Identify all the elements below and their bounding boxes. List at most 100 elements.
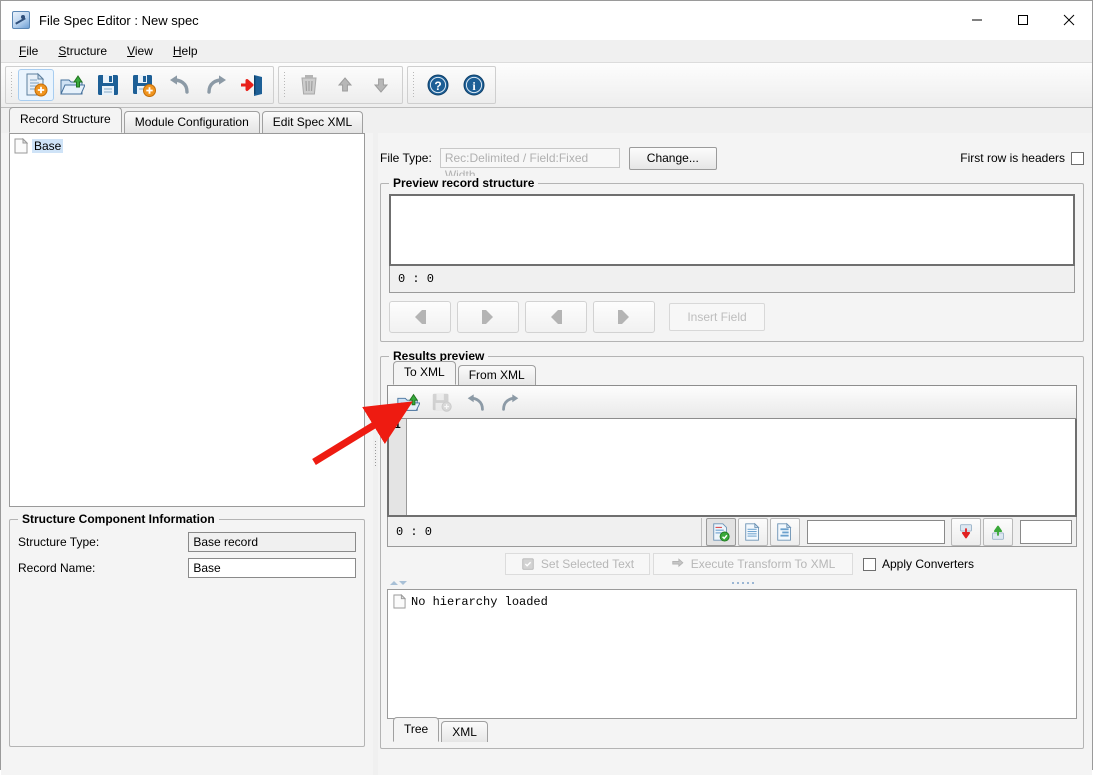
- editor-position: 0 : 0: [388, 517, 702, 546]
- first-row-headers-checkbox[interactable]: [1071, 151, 1084, 165]
- toolbar-group-file: [5, 66, 274, 104]
- execute-transform-label: Execute Transform To XML: [690, 557, 836, 571]
- menu-file-rest: ile: [26, 44, 39, 58]
- preview-record-canvas[interactable]: [389, 194, 1075, 266]
- tab-tree[interactable]: Tree: [393, 717, 440, 742]
- hierarchy-splitter[interactable]: [387, 577, 1077, 589]
- about-icon[interactable]: i: [456, 69, 492, 101]
- editor-gutter: 1: [389, 419, 407, 515]
- toolbar-grip[interactable]: [411, 72, 417, 98]
- right-pane: File Type: Rec:Delimited / Field:Fixed W…: [378, 133, 1092, 775]
- save-file-icon: [426, 388, 458, 416]
- new-spec-icon[interactable]: [18, 69, 54, 101]
- editor-text-area[interactable]: [407, 419, 1075, 515]
- search-input[interactable]: [807, 519, 945, 544]
- menu-file[interactable]: File: [9, 42, 48, 60]
- toolbar-group-help: ? i: [407, 66, 496, 104]
- hierarchy-view-tabs: Tree XML: [387, 717, 1077, 742]
- results-preview-group: Results preview To XML From XML 1 0: 0 …: [380, 349, 1084, 749]
- validate-document-icon[interactable]: [706, 517, 736, 546]
- apply-converters-group: Apply Converters: [863, 557, 974, 571]
- document-icon: [14, 137, 28, 153]
- find-up-icon[interactable]: [983, 517, 1013, 546]
- open-file-icon[interactable]: [392, 388, 424, 416]
- record-structure-tree[interactable]: Base: [9, 133, 365, 507]
- tab-xml[interactable]: XML: [441, 721, 488, 742]
- tab-module-configuration[interactable]: Module Configuration: [123, 111, 260, 133]
- first-field-button[interactable]: [389, 301, 451, 333]
- xml-editor-toolbar: [387, 385, 1077, 419]
- first-row-headers-group: First row is headers: [960, 151, 1084, 165]
- window-title: File Spec Editor : New spec: [39, 12, 199, 28]
- execute-transform-to-xml-button[interactable]: Execute Transform To XML: [653, 553, 853, 575]
- insert-field-button[interactable]: Insert Field: [669, 303, 765, 331]
- maximize-icon[interactable]: [1000, 1, 1046, 39]
- application-window: File Spec Editor : New spec File Structu…: [0, 0, 1093, 775]
- undo-icon[interactable]: [162, 69, 198, 101]
- move-up-icon[interactable]: [327, 69, 363, 101]
- open-spec-icon[interactable]: [54, 69, 90, 101]
- hierarchy-message-row: No hierarchy loaded: [393, 594, 1071, 609]
- change-file-type-button[interactable]: Change...: [628, 146, 717, 170]
- menu-structure[interactable]: Structure: [48, 42, 117, 60]
- delete-icon[interactable]: [291, 69, 327, 101]
- collapse-arrows-icon[interactable]: [387, 578, 409, 588]
- preview-nav-buttons: Insert Field: [389, 293, 1075, 333]
- structure-type-row: Structure Type: Base record: [18, 532, 356, 552]
- apply-converters-checkbox[interactable]: [863, 557, 876, 571]
- first-row-headers-label: First row is headers: [960, 151, 1065, 165]
- toolbar-grip[interactable]: [282, 72, 288, 98]
- save-as-spec-icon[interactable]: [126, 69, 162, 101]
- toolbar-grip[interactable]: [9, 72, 15, 98]
- record-name-row: Record Name: Base: [18, 558, 356, 578]
- help-icon[interactable]: ?: [420, 69, 456, 101]
- next-field-button[interactable]: [525, 301, 587, 333]
- record-name-input[interactable]: Base: [188, 558, 356, 578]
- file-type-label: File Type:: [380, 151, 432, 165]
- tab-record-structure[interactable]: Record Structure: [9, 107, 122, 133]
- main-tabs: Record Structure Module Configuration Ed…: [1, 107, 1092, 133]
- group-title: Preview record structure: [389, 176, 539, 190]
- exit-icon[interactable]: [234, 69, 270, 101]
- toolbar-group-edit: [278, 66, 403, 104]
- tab-from-xml[interactable]: From XML: [457, 365, 536, 385]
- menu-view[interactable]: View: [117, 42, 163, 60]
- file-type-row: File Type: Rec:Delimited / Field:Fixed W…: [380, 133, 1084, 182]
- title-bar: File Spec Editor : New spec: [1, 1, 1092, 40]
- structure-type-label: Structure Type:: [18, 535, 100, 549]
- find-down-icon[interactable]: [951, 517, 981, 546]
- splitter-dots: [732, 582, 754, 584]
- redo-icon[interactable]: [494, 388, 526, 416]
- tree-node-label: Base: [32, 138, 64, 153]
- left-pane: Base Structure Component Information Str…: [1, 133, 373, 775]
- svg-text:?: ?: [434, 79, 441, 93]
- tab-edit-spec-xml[interactable]: Edit Spec XML: [261, 111, 364, 133]
- minimize-icon[interactable]: [954, 1, 1000, 39]
- menu-view-rest: iew: [134, 44, 153, 58]
- window-controls: [954, 1, 1092, 39]
- count-field[interactable]: [1020, 519, 1072, 544]
- apply-converters-label: Apply Converters: [882, 557, 975, 571]
- hierarchy-tree[interactable]: No hierarchy loaded: [387, 589, 1077, 719]
- prev-field-button[interactable]: [457, 301, 519, 333]
- undo-icon[interactable]: [460, 388, 492, 416]
- set-selected-text-label: Set Selected Text: [540, 557, 635, 571]
- close-icon[interactable]: [1046, 1, 1092, 39]
- save-spec-icon[interactable]: [90, 69, 126, 101]
- tab-to-xml[interactable]: To XML: [393, 361, 456, 385]
- preview-position-status: 0 : 0: [389, 266, 1075, 293]
- menu-help[interactable]: Help: [163, 42, 208, 60]
- transform-icon: [672, 558, 684, 568]
- record-name-label: Record Name:: [18, 561, 96, 575]
- menu-help-rest: elp: [181, 44, 198, 58]
- plain-document-icon[interactable]: [738, 517, 768, 546]
- xml-editor[interactable]: 1: [387, 419, 1077, 517]
- redo-icon[interactable]: [198, 69, 234, 101]
- move-down-icon[interactable]: [363, 69, 399, 101]
- menu-bar: File Structure View Help: [1, 40, 1092, 63]
- set-selected-text-button[interactable]: Set Selected Text: [505, 553, 650, 575]
- structured-document-icon[interactable]: [770, 517, 800, 546]
- tree-node-base[interactable]: Base: [14, 137, 360, 154]
- results-preview-tabs: To XML From XML: [387, 361, 1077, 385]
- last-field-button[interactable]: [593, 301, 655, 333]
